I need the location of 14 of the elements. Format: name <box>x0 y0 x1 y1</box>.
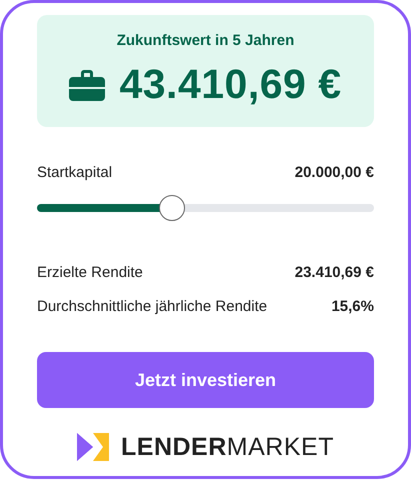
slider-thumb[interactable] <box>158 195 185 221</box>
stat-value: 23.410,69 € <box>294 264 374 280</box>
stat-label: Durchschnittliche jährliche Rendite <box>37 298 268 314</box>
slider[interactable] <box>37 195 374 221</box>
stat-label: Erzielte Rendite <box>37 264 143 280</box>
brand-logo: LENDERMARKET <box>121 432 334 462</box>
invest-button[interactable]: Jetzt investieren <box>37 352 374 408</box>
summary-title: Zukunftswert in 5 Jahren <box>116 32 294 49</box>
slider-value: 20.000,00 € <box>294 164 374 180</box>
future-value: 43.410,69 € <box>119 61 342 108</box>
briefcase-icon <box>69 68 106 100</box>
logo-icon <box>77 431 109 463</box>
slider-label: Startkapital <box>37 164 112 180</box>
stat-value: 15,6% <box>331 298 374 314</box>
